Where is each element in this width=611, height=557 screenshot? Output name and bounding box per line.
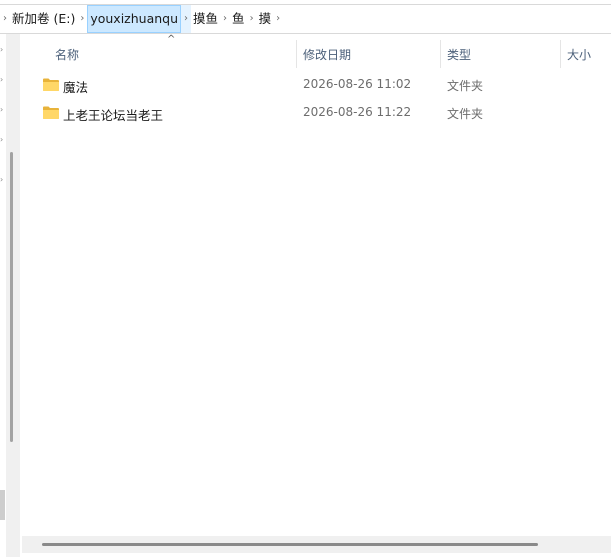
list-item[interactable]: 魔法 2026-08-26 11:02 文件夹	[22, 72, 611, 98]
chevron-right-icon[interactable]: ›	[273, 5, 283, 33]
breadcrumb-item-youxizhuanqu[interactable]: youxizhuanqu	[87, 5, 182, 33]
navigation-scrollbar-thumb[interactable]	[10, 152, 13, 442]
chevron-right-icon[interactable]: ›	[0, 5, 10, 33]
folder-icon	[43, 106, 59, 119]
chevron-right-icon[interactable]: ›	[247, 5, 257, 33]
chevron-right-icon[interactable]: ›	[220, 5, 230, 33]
folder-icon	[43, 78, 59, 91]
file-name: 魔法	[63, 80, 89, 95]
column-name[interactable]: 名称	[55, 46, 79, 63]
file-date-modified: 2026-08-26 11:22	[303, 105, 412, 119]
file-name: 上老王论坛当老王	[63, 108, 164, 123]
horizontal-scrollbar[interactable]	[22, 536, 611, 553]
breadcrumb-item-moyu[interactable]: 摸鱼	[191, 5, 220, 33]
navigation-scrollbar[interactable]	[6, 34, 20, 557]
column-divider[interactable]	[560, 40, 561, 68]
file-explorer-window: › 新加卷 (E:) › youxizhuanqu › 摸鱼 › 鱼 › 摸 ›…	[0, 0, 611, 557]
file-date-modified: 2026-08-26 11:02	[303, 77, 412, 91]
sort-ascending-icon: ^	[167, 34, 176, 45]
column-type[interactable]: 类型	[447, 46, 471, 63]
list-item[interactable]: 上老王论坛当老王 2026-08-26 11:22 文件夹	[22, 100, 611, 126]
breadcrumb-item-yu[interactable]: 鱼	[230, 5, 247, 33]
column-header: ^ 名称 修改日期 类型 大小	[22, 34, 611, 72]
breadcrumb-item-mo[interactable]: 摸	[257, 5, 274, 33]
horizontal-scrollbar-thumb[interactable]	[42, 543, 538, 546]
breadcrumb: › 新加卷 (E:) › youxizhuanqu › 摸鱼 › 鱼 › 摸 ›	[0, 4, 611, 34]
chevron-right-icon[interactable]: ›	[77, 5, 87, 33]
navigation-pane-selected-marker	[0, 490, 5, 520]
column-date-modified[interactable]: 修改日期	[303, 46, 351, 63]
column-divider[interactable]	[440, 40, 441, 68]
file-type: 文件夹	[447, 107, 484, 121]
column-size[interactable]: 大小	[567, 46, 591, 63]
chevron-right-icon[interactable]: ›	[181, 5, 192, 33]
column-divider[interactable]	[296, 40, 297, 68]
file-list: 魔法 2026-08-26 11:02 文件夹 上老王论坛当老王 2026-08…	[22, 72, 611, 534]
file-type: 文件夹	[447, 79, 484, 93]
breadcrumb-item-drive[interactable]: 新加卷 (E:)	[10, 5, 77, 33]
navigation-pane: › › › › ›	[0, 34, 22, 557]
